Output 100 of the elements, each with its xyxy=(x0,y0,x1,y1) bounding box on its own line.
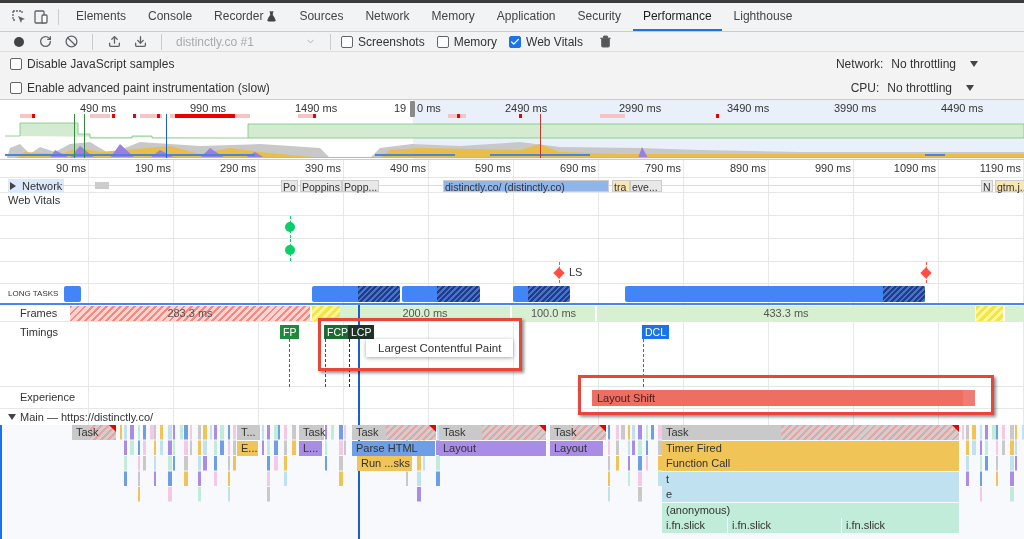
request-chip[interactable]: eve... xyxy=(630,180,662,192)
time-ruler-tick: 90 ms xyxy=(55,162,86,174)
layout-shift-bar[interactable]: Layout Shift xyxy=(592,390,975,406)
flame-entry[interactable]: Run ...sks xyxy=(357,456,413,471)
request-chip[interactable]: Po xyxy=(281,180,298,192)
panel-tab[interactable]: Network xyxy=(355,3,420,31)
overview-tick-label: 3990 ms xyxy=(834,102,877,114)
checkbox-label[interactable]: Web Vitals xyxy=(526,34,583,49)
checkbox[interactable] xyxy=(10,82,22,94)
checkbox-label[interactable]: Memory xyxy=(453,34,498,49)
long-task-bar[interactable] xyxy=(625,286,925,302)
time-ruler-tick: 590 ms xyxy=(473,162,511,174)
timing-marker[interactable]: DCL xyxy=(642,325,669,339)
cpu-label: CPU: xyxy=(850,81,880,95)
time-ruler-tick: 190 ms xyxy=(133,162,171,174)
flame-entry[interactable]: Parse HTML xyxy=(352,440,436,456)
expand-arrow-icon[interactable] xyxy=(10,182,16,190)
flask-icon xyxy=(266,10,278,22)
caret-icon xyxy=(970,61,978,67)
flame-entry[interactable]: i.fn.slick xyxy=(662,518,728,533)
checkbox[interactable] xyxy=(341,35,353,48)
panel-tab[interactable]: Application xyxy=(486,3,566,31)
network-label: Network: xyxy=(835,57,884,71)
time-ruler-tick: 390 ms xyxy=(303,162,341,174)
vital-marker[interactable] xyxy=(920,267,932,279)
flame-entry[interactable]: Task xyxy=(662,425,960,440)
vital-marker[interactable] xyxy=(553,267,565,279)
flame-entry[interactable]: Task xyxy=(299,425,325,440)
flame-entry[interactable]: Task xyxy=(72,425,117,440)
track-label: Frames xyxy=(20,307,58,319)
frame-segment[interactable]: 100.0 ms xyxy=(512,306,595,321)
flame-entry[interactable]: Layout xyxy=(439,440,547,456)
panel-tab[interactable]: Security xyxy=(567,3,631,31)
flame-entry[interactable]: Timer Fired xyxy=(662,440,960,456)
panel-tab[interactable]: Elements xyxy=(66,3,137,31)
frame-segment[interactable]: 433.3 ms xyxy=(597,306,975,321)
caret-icon xyxy=(966,85,974,91)
overview-tick-label: 3490 ms xyxy=(727,102,770,114)
overview-tick-label: 490 ms xyxy=(80,102,117,114)
time-ruler-tick: 490 ms xyxy=(388,162,426,174)
range-handle[interactable] xyxy=(410,101,415,117)
tooltip: Largest Contentful Paint xyxy=(366,339,514,357)
long-task-bar[interactable] xyxy=(402,286,480,302)
checkbox[interactable] xyxy=(10,58,22,70)
request-chip[interactable]: gtm.j.. xyxy=(995,180,1024,192)
flame-entry[interactable]: Function Call xyxy=(662,456,960,471)
request-chip[interactable]: Poppins xyxy=(300,180,342,192)
checkbox[interactable] xyxy=(509,35,522,48)
flame-entry[interactable]: (anonymous) xyxy=(662,502,960,518)
track-label: Web Vitals xyxy=(8,194,61,206)
long-task-flag-icon xyxy=(109,425,116,432)
panel-tab[interactable]: Lighthouse xyxy=(723,3,803,31)
panel-tab[interactable]: Console xyxy=(138,3,203,31)
overview-tick-label: 2990 ms xyxy=(619,102,662,114)
panel-tab[interactable]: Memory xyxy=(421,3,485,31)
frame-segment[interactable]: 283.3 ms xyxy=(70,306,310,321)
collapse-arrow-icon[interactable] xyxy=(8,414,16,420)
time-ruler-tick: 890 ms xyxy=(728,162,766,174)
checkbox-label[interactable]: Enable advanced paint instrumentation (slow) xyxy=(27,81,270,95)
main-thread-label: Main — https://distinctly.co/ xyxy=(20,411,154,423)
network-throttling-select[interactable]: No throttling xyxy=(891,57,978,71)
checkbox-label[interactable]: Screenshots xyxy=(358,34,425,49)
checkbox[interactable] xyxy=(436,35,449,48)
checkbox-label[interactable]: Disable JavaScript samples xyxy=(27,57,175,71)
overview-tick-label: 4490 ms xyxy=(941,102,984,114)
vital-marker[interactable] xyxy=(285,222,295,232)
network-track-label[interactable]: Network xyxy=(8,179,65,193)
flame-entry[interactable]: Task xyxy=(550,425,607,440)
time-ruler-tick: 990 ms xyxy=(813,162,851,174)
time-ruler-tick: 1190 ms xyxy=(978,162,1021,174)
track-label: LONG TASKS xyxy=(8,289,59,298)
vital-marker[interactable] xyxy=(285,245,295,255)
timing-marker[interactable]: LCP xyxy=(348,325,375,339)
request-chip[interactable]: Popp... xyxy=(342,180,380,192)
overview-tick-label: 2490 ms xyxy=(505,102,548,114)
flame-entry[interactable]: Task xyxy=(439,425,547,440)
flame-entry[interactable]: L... xyxy=(299,440,323,456)
long-task-bar[interactable] xyxy=(513,286,570,302)
flame-entry[interactable]: i.fn.slick xyxy=(728,518,842,533)
panel-tab[interactable]: Sources xyxy=(289,3,354,31)
request-chip[interactable]: N xyxy=(981,180,993,192)
flame-entry[interactable]: E... xyxy=(237,440,259,456)
long-task-flag-icon xyxy=(952,425,959,432)
timing-marker[interactable]: FP xyxy=(280,325,300,339)
overview-tick-label: 1490 ms xyxy=(295,102,338,114)
flame-entry[interactable]: T... xyxy=(237,425,261,440)
time-ruler-tick: 790 ms xyxy=(643,162,681,174)
long-task-bar[interactable] xyxy=(312,286,400,302)
request-chip[interactable]: tra xyxy=(612,180,630,192)
panel-tab[interactable]: Recorder xyxy=(204,3,288,31)
request-chip[interactable]: distinctly.co/ (distinctly.co) xyxy=(443,180,609,192)
overview-tick-label: 0 ms xyxy=(417,102,441,114)
flame-entry[interactable]: i.fn.slick xyxy=(842,518,960,533)
time-ruler-tick: 290 ms xyxy=(218,162,256,174)
flame-entry[interactable]: e xyxy=(662,487,960,502)
flame-entry[interactable]: Task xyxy=(352,425,437,440)
flame-entry[interactable]: Layout xyxy=(550,440,604,456)
flame-entry[interactable]: t xyxy=(662,471,960,487)
track-label: Timings xyxy=(20,326,59,338)
cpu-throttling-select[interactable]: No throttling xyxy=(887,81,974,95)
